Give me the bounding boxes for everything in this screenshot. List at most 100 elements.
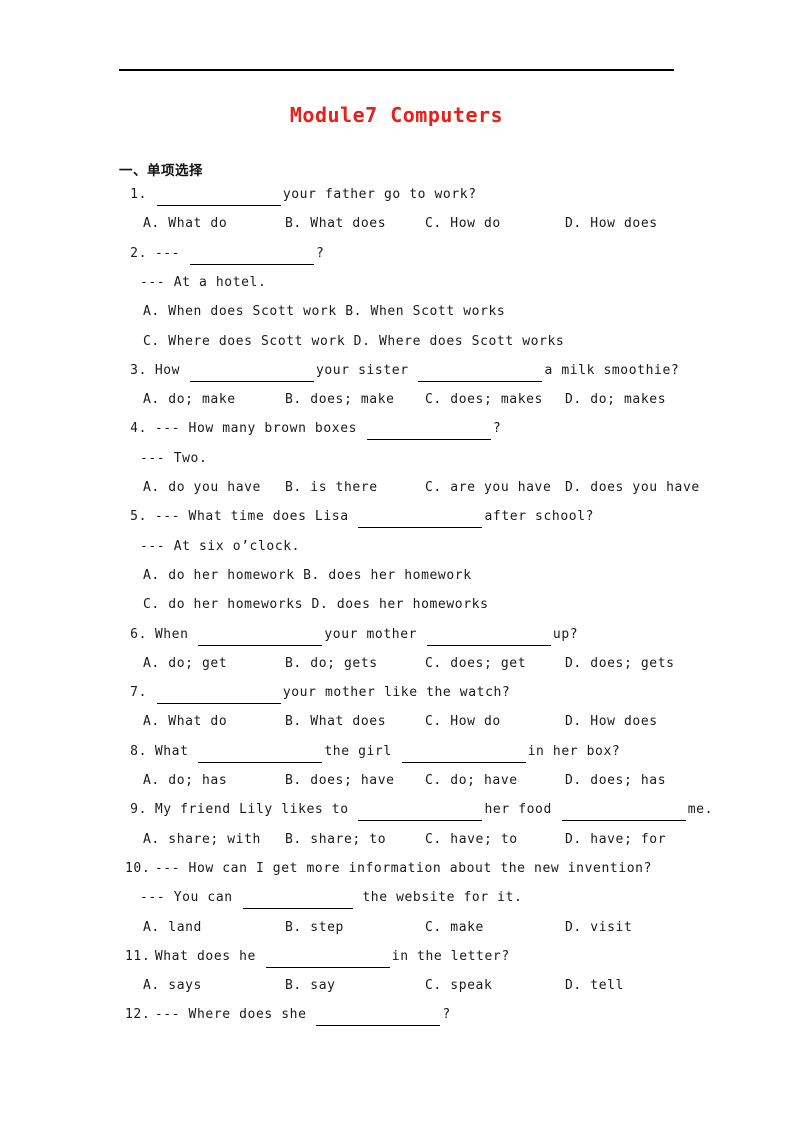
- question-12-stem: 12. --- Where does she ?: [0, 1004, 793, 1027]
- option-B[interactable]: B. do; gets: [285, 653, 378, 675]
- option-B[interactable]: B. step: [285, 917, 344, 939]
- stem-text: ?: [442, 1007, 451, 1023]
- answer-blank[interactable]: [366, 425, 491, 441]
- option-D[interactable]: D. tell: [565, 975, 624, 997]
- stem-text: in the letter?: [391, 948, 510, 964]
- option-A[interactable]: A. share; with: [143, 829, 261, 851]
- question-7-stem: 7. your mother like the watch?: [0, 682, 793, 705]
- section-heading-multiple-choice: 一、单项选择: [119, 163, 203, 179]
- answer-blank[interactable]: [198, 631, 323, 646]
- stem-text: ?: [315, 245, 325, 261]
- option-A[interactable]: A. What do: [143, 213, 227, 235]
- option-line-2[interactable]: C. Where does Scott work D. Where does S…: [143, 331, 564, 353]
- option-D[interactable]: D. How does: [565, 711, 658, 733]
- option-A[interactable]: A. do; has: [143, 770, 227, 792]
- answer-blank[interactable]: [418, 367, 543, 382]
- answer-blank[interactable]: [198, 748, 323, 763]
- option-D[interactable]: D. does; gets: [565, 653, 675, 675]
- answer-blank[interactable]: [265, 953, 390, 968]
- question-number: 12.: [125, 1007, 151, 1023]
- question-5-stem: 5. --- What time does Lisa after school?: [0, 506, 793, 529]
- answer-blank[interactable]: [156, 191, 281, 206]
- option-C[interactable]: C. speak: [425, 975, 492, 997]
- question-5-reply: --- At six o’clock.: [0, 536, 793, 558]
- option-C[interactable]: C. does; makes: [425, 389, 543, 411]
- option-D[interactable]: D. do; makes: [565, 389, 666, 411]
- question-number: 5.: [130, 509, 147, 525]
- option-A[interactable]: A. do you have: [143, 477, 261, 499]
- option-C[interactable]: C. How do: [425, 213, 501, 235]
- option-A[interactable]: A. do; get: [143, 653, 227, 675]
- option-line-1[interactable]: A. When does Scott work B. When Scott wo…: [143, 301, 505, 323]
- option-B[interactable]: B. does; make: [285, 389, 395, 411]
- reply-text: --- At six o’clock.: [140, 538, 301, 554]
- question-1-stem: 1. your father go to work?: [0, 184, 793, 206]
- answer-blank[interactable]: [426, 631, 551, 646]
- option-A[interactable]: A. do; make: [143, 389, 236, 411]
- option-B[interactable]: B. is there: [285, 477, 378, 499]
- option-D[interactable]: D. How does: [565, 213, 658, 235]
- stem-text: What does he: [154, 948, 256, 964]
- stem-text: the girl: [324, 743, 392, 759]
- question-2-reply: --- At a hotel.: [0, 272, 793, 294]
- stem-text: ?: [492, 421, 502, 437]
- option-D[interactable]: D. does you have: [565, 477, 700, 499]
- reply-text: the website for it.: [362, 890, 523, 906]
- stem-text: --- How many brown boxes: [154, 421, 358, 437]
- option-B[interactable]: B. does; have: [285, 770, 395, 792]
- answer-blank[interactable]: [561, 806, 686, 822]
- option-C[interactable]: C. does; get: [425, 653, 526, 675]
- option-A[interactable]: A. land: [143, 917, 202, 939]
- question-number: 3.: [130, 362, 147, 378]
- question-number: 1.: [130, 187, 147, 202]
- page-title: Module7 Computers: [289, 103, 504, 127]
- stem-text: after school?: [484, 509, 595, 525]
- answer-blank[interactable]: [189, 367, 314, 382]
- stem-text: me.: [687, 802, 714, 818]
- option-C[interactable]: C. have; to: [425, 829, 518, 851]
- answer-blank[interactable]: [316, 1011, 441, 1027]
- question-11-options: A. says B. say C. speak D. tell: [0, 975, 793, 997]
- question-number: 6.: [130, 626, 147, 642]
- option-B[interactable]: B. say: [285, 975, 336, 997]
- question-10-options: A. land B. step C. make D. visit: [0, 917, 793, 939]
- stem-text: How: [154, 362, 181, 378]
- stem-text: up?: [552, 626, 579, 642]
- question-4-reply: --- Two.: [0, 448, 793, 470]
- answer-blank[interactable]: [358, 806, 483, 822]
- stem-text: her food: [484, 802, 552, 818]
- option-B[interactable]: B. What does: [285, 213, 386, 235]
- option-A[interactable]: A. What do: [143, 711, 227, 733]
- option-B[interactable]: B. share; to: [285, 829, 386, 851]
- option-line-1[interactable]: A. do her homework B. does her homework: [143, 565, 472, 587]
- reply-text: --- Two.: [140, 450, 208, 466]
- option-A[interactable]: A. says: [143, 975, 202, 997]
- answer-blank[interactable]: [242, 894, 353, 910]
- stem-text: My friend Lily likes to: [154, 802, 349, 818]
- answer-blank[interactable]: [189, 250, 314, 265]
- option-C[interactable]: C. are you have: [425, 477, 551, 499]
- option-line-2[interactable]: C. do her homeworks D. does her homework…: [143, 594, 489, 616]
- option-C[interactable]: C. How do: [425, 711, 501, 733]
- option-C[interactable]: C. make: [425, 917, 484, 939]
- stem-text: ---: [154, 245, 181, 261]
- question-number: 9.: [130, 802, 147, 818]
- stem-text: --- How can I get more information about…: [154, 860, 653, 876]
- question-8-stem: 8. What the girl in her box?: [0, 741, 793, 763]
- stem-text: in her box?: [527, 743, 621, 759]
- option-D[interactable]: D. does; has: [565, 770, 666, 792]
- answer-blank[interactable]: [401, 748, 526, 763]
- option-B[interactable]: B. What does: [285, 711, 386, 733]
- answer-blank[interactable]: [358, 513, 483, 529]
- answer-blank[interactable]: [156, 689, 281, 705]
- question-9-options: A. share; with B. share; to C. have; to D. …: [0, 829, 793, 851]
- option-D[interactable]: D. visit: [565, 917, 632, 939]
- option-C[interactable]: C. do; have: [425, 770, 518, 792]
- option-D[interactable]: D. have; for: [565, 829, 666, 851]
- question-10-stem: 10. --- How can I get more information a…: [0, 858, 793, 880]
- stem-text: your mother like the watch?: [282, 685, 511, 701]
- question-number: 11.: [125, 948, 151, 964]
- question-1-options: A. What do B. What does C. How do D. How do…: [0, 213, 793, 235]
- question-2-stem: 2. --- ?: [0, 243, 793, 265]
- stem-text: your sister: [315, 362, 409, 378]
